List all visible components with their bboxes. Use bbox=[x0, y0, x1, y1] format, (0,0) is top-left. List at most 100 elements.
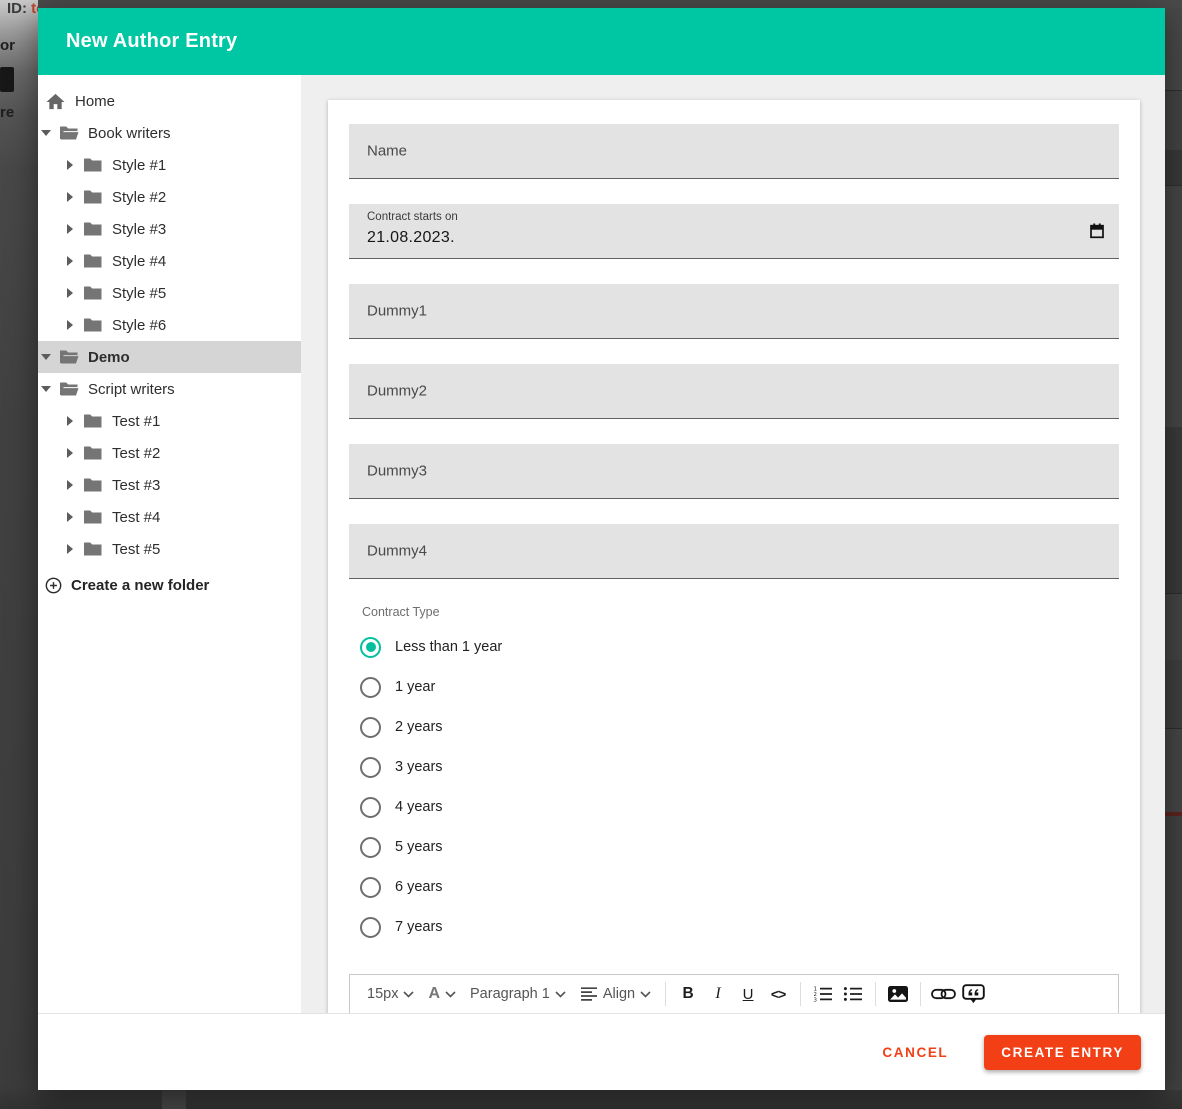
radio-option-6-years[interactable]: 6 years bbox=[349, 867, 1119, 907]
sidebar-item-style-1[interactable]: Style #1 bbox=[38, 149, 301, 181]
caret-icon[interactable] bbox=[64, 287, 76, 299]
insert-image-button[interactable] bbox=[883, 979, 913, 1009]
sidebar-item-test-2[interactable]: Test #2 bbox=[38, 437, 301, 469]
sidebar-item-demo[interactable]: Demo bbox=[38, 341, 301, 373]
radio-option-3-years[interactable]: 3 years bbox=[349, 747, 1119, 787]
sidebar-item-test-4[interactable]: Test #4 bbox=[38, 501, 301, 533]
radio-icon[interactable] bbox=[360, 877, 381, 898]
caret-icon[interactable] bbox=[40, 351, 52, 363]
caret-icon[interactable] bbox=[64, 319, 76, 331]
radio-icon[interactable] bbox=[360, 797, 381, 818]
dummy3-field[interactable]: Dummy3 bbox=[349, 444, 1119, 499]
italic-button[interactable]: I bbox=[703, 979, 733, 1009]
sidebar-item-style-3[interactable]: Style #3 bbox=[38, 213, 301, 245]
backdrop-left-strip: ID: test or re bbox=[0, 0, 38, 1109]
folder-icon bbox=[83, 157, 103, 173]
chevron-down-icon bbox=[555, 991, 566, 998]
caret-icon[interactable] bbox=[40, 383, 52, 395]
bold-button[interactable]: B bbox=[673, 979, 703, 1009]
caret-icon[interactable] bbox=[64, 479, 76, 491]
caret-icon[interactable] bbox=[64, 511, 76, 523]
calendar-picker-icon[interactable] bbox=[1089, 223, 1105, 240]
sidebar-item-style-4[interactable]: Style #4 bbox=[38, 245, 301, 277]
radio-option-4-years[interactable]: 4 years bbox=[349, 787, 1119, 827]
align-dropdown[interactable]: Align bbox=[573, 986, 658, 1002]
backdrop-text-fragment: or bbox=[0, 37, 15, 54]
underline-button[interactable]: U bbox=[733, 979, 763, 1009]
ordered-list-button[interactable]: 123 bbox=[808, 979, 838, 1009]
radio-icon[interactable] bbox=[360, 637, 381, 658]
caret-icon[interactable] bbox=[64, 447, 76, 459]
radio-icon[interactable] bbox=[360, 677, 381, 698]
contract-starts-on-field[interactable]: Contract starts on 21.08.2023. bbox=[349, 204, 1119, 259]
dialog-title: New Author Entry bbox=[38, 30, 237, 53]
dummy2-field[interactable]: Dummy2 bbox=[349, 364, 1119, 419]
caret-icon[interactable] bbox=[64, 255, 76, 267]
backdrop-top-strip bbox=[38, 0, 1182, 8]
create-entry-button[interactable]: CREATE ENTRY bbox=[984, 1035, 1141, 1070]
dummy1-field[interactable]: Dummy1 bbox=[349, 284, 1119, 339]
align-left-icon bbox=[580, 986, 598, 1002]
caret-icon[interactable] bbox=[64, 543, 76, 555]
sidebar-item-script-writers[interactable]: Script writers bbox=[38, 373, 301, 405]
editor-toolbar: 15px A Paragraph 1 A bbox=[350, 975, 1118, 1013]
radio-option-5-years[interactable]: 5 years bbox=[349, 827, 1119, 867]
caret-icon[interactable] bbox=[40, 127, 52, 139]
radio-option-7-years[interactable]: 7 years bbox=[349, 907, 1119, 947]
folder-tree: Book writers Style #1 Style #2 Style #3 … bbox=[38, 117, 301, 565]
folder-icon bbox=[83, 221, 103, 237]
radio-option-less-than-1-year[interactable]: Less than 1 year bbox=[349, 627, 1119, 667]
caret-icon[interactable] bbox=[64, 223, 76, 235]
radio-option-2-years[interactable]: 2 years bbox=[349, 707, 1119, 747]
dummy4-placeholder: Dummy4 bbox=[367, 543, 427, 560]
caret-icon[interactable] bbox=[64, 159, 76, 171]
blockquote-button[interactable] bbox=[958, 979, 988, 1009]
caret-icon[interactable] bbox=[64, 415, 76, 427]
dialog-footer: CANCEL CREATE ENTRY bbox=[38, 1013, 1165, 1090]
sidebar-item-style-2[interactable]: Style #2 bbox=[38, 181, 301, 213]
insert-link-button[interactable] bbox=[928, 979, 958, 1009]
rich-text-editor[interactable]: 15px A Paragraph 1 A bbox=[349, 974, 1119, 1013]
radio-option-1-year[interactable]: 1 year bbox=[349, 667, 1119, 707]
dummy4-field[interactable]: Dummy4 bbox=[349, 524, 1119, 579]
chevron-down-icon bbox=[640, 991, 651, 998]
folder-open-icon bbox=[59, 381, 79, 397]
sidebar-item-test-3[interactable]: Test #3 bbox=[38, 469, 301, 501]
contract-type-group: Contract Type Less than 1 year 1 year 2 … bbox=[349, 605, 1119, 947]
svg-text:3: 3 bbox=[814, 997, 817, 1002]
chevron-down-icon bbox=[445, 991, 456, 998]
contract-starts-on-value: 21.08.2023. bbox=[367, 229, 455, 247]
name-field[interactable]: Name bbox=[349, 124, 1119, 179]
paragraph-style-dropdown[interactable]: Paragraph 1 bbox=[463, 986, 573, 1002]
sidebar-item-style-6[interactable]: Style #6 bbox=[38, 309, 301, 341]
dialog-header: New Author Entry bbox=[38, 8, 1165, 75]
bullet-list-button[interactable] bbox=[838, 979, 868, 1009]
sidebar-item-book-writers[interactable]: Book writers bbox=[38, 117, 301, 149]
sidebar-item-style-5[interactable]: Style #5 bbox=[38, 277, 301, 309]
folder-icon bbox=[83, 541, 103, 557]
caret-icon[interactable] bbox=[64, 191, 76, 203]
sidebar-item-test-5[interactable]: Test #5 bbox=[38, 533, 301, 565]
backdrop-lite-box bbox=[162, 1090, 186, 1109]
font-size-dropdown[interactable]: 15px bbox=[364, 986, 421, 1002]
folder-icon bbox=[83, 509, 103, 525]
new-author-entry-dialog: New Author Entry Home Book writers Style… bbox=[38, 8, 1165, 1090]
backdrop-text-fragment: re bbox=[0, 104, 14, 121]
radio-icon[interactable] bbox=[360, 837, 381, 858]
backdrop-bottom-strip bbox=[38, 1090, 1182, 1109]
radio-icon[interactable] bbox=[360, 717, 381, 738]
folder-icon bbox=[83, 317, 103, 333]
sidebar-item-home[interactable]: Home bbox=[38, 85, 301, 117]
radio-icon[interactable] bbox=[360, 917, 381, 938]
create-folder-button[interactable]: Create a new folder bbox=[38, 569, 301, 601]
cancel-button[interactable]: CANCEL bbox=[876, 1037, 954, 1068]
chevron-down-icon bbox=[403, 991, 414, 998]
contract-type-label: Contract Type bbox=[362, 605, 1119, 619]
radio-icon[interactable] bbox=[360, 757, 381, 778]
sidebar-item-test-1[interactable]: Test #1 bbox=[38, 405, 301, 437]
code-button[interactable]: <> bbox=[763, 979, 793, 1009]
folder-icon bbox=[83, 477, 103, 493]
folder-open-icon bbox=[59, 349, 79, 365]
folder-open-icon bbox=[59, 125, 79, 141]
font-color-dropdown[interactable]: A bbox=[421, 985, 463, 1003]
